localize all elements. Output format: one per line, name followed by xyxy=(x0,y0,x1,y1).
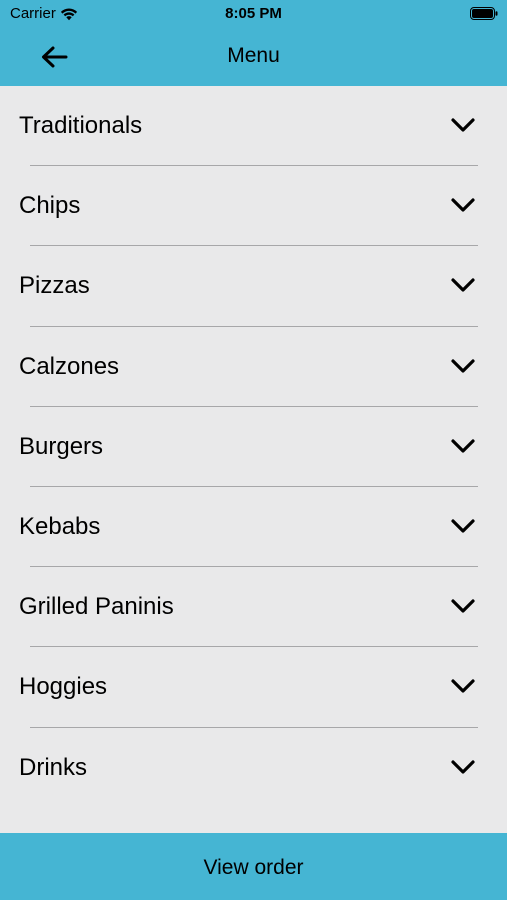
menu-item-label: Hoggies xyxy=(19,673,108,701)
menu-item-label: Pizzas xyxy=(19,272,90,300)
app-header: Carrier 8:05 PM Menu xyxy=(0,0,507,86)
menu-item-label: Grilled Paninis xyxy=(19,593,174,621)
page-title: Menu xyxy=(227,44,280,67)
navigation-bar: Menu xyxy=(0,28,507,86)
menu-item-traditionals[interactable]: Traditionals xyxy=(0,86,507,167)
menu-item-grilled-paninis[interactable]: Grilled Paninis xyxy=(0,567,507,648)
chevron-down-icon xyxy=(451,679,475,693)
view-order-button[interactable]: View order xyxy=(0,833,507,900)
menu-item-label: Kebabs xyxy=(19,512,101,540)
menu-item-label: Traditionals xyxy=(19,112,143,139)
menu-item-kebabs[interactable]: Kebabs xyxy=(0,487,507,568)
menu-item-chips[interactable]: Chips xyxy=(0,166,507,247)
menu-item-label: Chips xyxy=(19,192,81,220)
menu-item-burgers[interactable]: Burgers xyxy=(0,407,507,487)
chevron-down-icon xyxy=(451,439,475,453)
menu-category-list: Traditionals Chips Pizzas Calzones Burge… xyxy=(0,86,507,808)
chevron-down-icon xyxy=(451,118,475,132)
chevron-down-icon xyxy=(451,599,475,613)
chevron-down-icon xyxy=(451,358,475,373)
chevron-down-icon xyxy=(451,519,475,533)
status-bar: Carrier 8:05 PM xyxy=(0,0,507,28)
menu-item-label: Burgers xyxy=(19,432,104,460)
menu-item-calzones[interactable]: Calzones xyxy=(0,327,507,407)
menu-item-pizzas[interactable]: Pizzas xyxy=(0,246,507,327)
view-order-label: View order xyxy=(203,855,304,879)
menu-item-drinks[interactable]: Drinks xyxy=(0,728,507,808)
menu-item-hoggies[interactable]: Hoggies xyxy=(0,647,507,728)
chevron-down-icon xyxy=(451,278,475,292)
chevron-down-icon xyxy=(451,759,475,774)
menu-item-label: Calzones xyxy=(19,352,120,380)
battery-icon xyxy=(470,7,498,20)
chevron-down-icon xyxy=(451,198,475,212)
menu-item-label: Drinks xyxy=(19,753,88,781)
status-time: 8:05 PM xyxy=(225,5,282,22)
